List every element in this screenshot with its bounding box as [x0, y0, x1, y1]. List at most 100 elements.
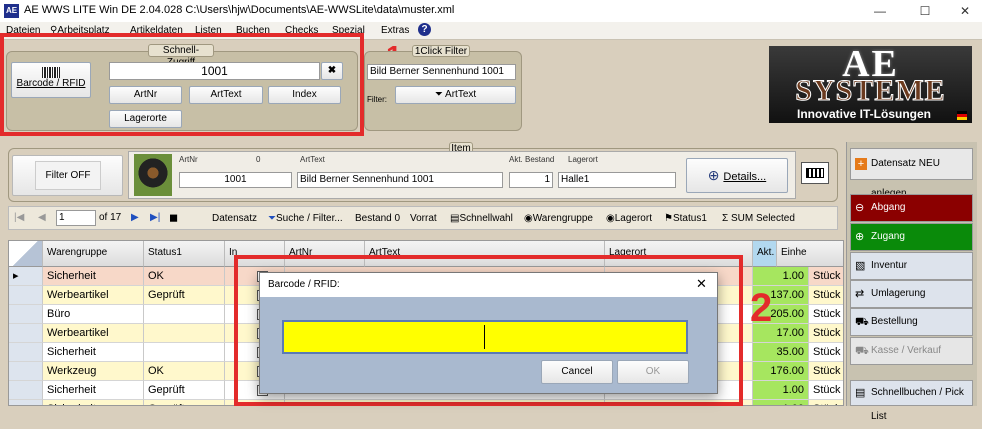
cell-status1[interactable]: Geprüft — [144, 400, 225, 405]
dialog-cancel-button[interactable]: Cancel — [541, 360, 613, 384]
arttext-field[interactable]: Bild Berner Sennenhund 1001 — [297, 172, 503, 188]
toolbar-suche-filter[interactable]: ⏷Suche / Filter... — [268, 213, 343, 224]
row-selector[interactable] — [9, 343, 43, 362]
col-warengruppe[interactable]: Warengruppe — [43, 241, 144, 267]
select-all-corner[interactable] — [9, 241, 43, 267]
filter-off-label: Filter OFF — [35, 161, 101, 190]
toolbar-vorrat[interactable]: Vorrat — [410, 213, 437, 224]
abgang-button[interactable]: ⊖ Abgang — [850, 194, 973, 222]
lagerort-field[interactable]: Halle1 — [558, 172, 676, 188]
filter-off-button[interactable]: Filter OFF — [12, 155, 123, 196]
col-status1[interactable]: Status1 — [144, 241, 225, 267]
cell-akt-bestand[interactable]: 1.00 — [753, 381, 809, 400]
umlagerung-label: Umlagerung — [871, 288, 926, 299]
filter-arttext-button[interactable]: ⏷ ArtText — [395, 86, 516, 104]
zugang-button[interactable]: ⊕ Zugang — [850, 223, 973, 251]
cell-einheit[interactable]: Stück — [809, 343, 843, 362]
cell-warengruppe[interactable]: Sicherheit — [43, 267, 144, 286]
cell-status1[interactable] — [144, 324, 225, 343]
schnellbuchen-button[interactable]: ▤ Schnellbuchen / Pick List — [850, 380, 973, 422]
cell-einheit[interactable]: Stück — [809, 400, 843, 405]
toolbar-status1[interactable]: ⚑Status1 — [664, 213, 707, 224]
col-einheit[interactable]: Einhe — [777, 241, 843, 267]
inventur-button[interactable]: ▧ Inventur — [850, 252, 973, 280]
prev-page-icon[interactable]: ◀ — [38, 212, 46, 223]
cell-warengruppe[interactable]: Büro — [43, 305, 144, 324]
cell-akt-bestand[interactable]: 1.00 — [753, 267, 809, 286]
cell-warengruppe[interactable]: Werbeartikel — [43, 324, 144, 343]
kasse-verkauf-button[interactable]: ⛟ Kasse / Verkauf — [850, 337, 973, 365]
cell-einheit[interactable]: Stück — [809, 267, 843, 286]
cell-warengruppe[interactable]: Werkzeug — [43, 362, 144, 381]
cell-status1[interactable]: OK — [144, 362, 225, 381]
cell-einheit[interactable]: Stück — [809, 324, 843, 343]
filter-arttext-label: ArtText — [445, 89, 477, 100]
toolbar-datensatz[interactable]: Datensatz — [212, 213, 257, 224]
row-selector[interactable] — [9, 381, 43, 400]
keyboard-icon[interactable] — [801, 162, 829, 184]
minimize-button[interactable]: — — [865, 2, 895, 20]
details-button[interactable]: ⊕ Details... — [686, 158, 788, 193]
artnr-field[interactable]: 1001 — [179, 172, 292, 188]
briefcase-icon[interactable]: ◼ — [169, 211, 178, 224]
cell-akt-bestand[interactable]: 176.00 — [753, 362, 809, 381]
toolbar-status1-label: Status1 — [672, 213, 707, 224]
cell-akt-bestand[interactable]: 1.00 — [753, 400, 809, 405]
first-page-icon[interactable]: |◀ — [14, 212, 24, 223]
bestand-field[interactable]: 1 — [509, 172, 553, 188]
toolbar-schnellwahl-label: Schnellwahl — [459, 213, 513, 224]
cell-status1[interactable]: Geprüft — [144, 381, 225, 400]
cell-einheit[interactable]: Stück — [809, 305, 843, 324]
barcode-input[interactable] — [282, 320, 688, 354]
cell-warengruppe[interactable]: Sicherheit — [43, 343, 144, 362]
cell-status1[interactable]: OK — [144, 267, 225, 286]
help-icon[interactable]: ? — [418, 23, 431, 36]
page-input[interactable]: 1 — [56, 210, 96, 226]
pick-list-icon: ▤ — [855, 387, 866, 399]
col-akt-bestand[interactable]: Akt. Bestand — [753, 241, 794, 282]
row-selector[interactable] — [9, 400, 43, 405]
row-selector[interactable] — [9, 362, 43, 381]
plus-circle-icon: ⊕ — [855, 231, 865, 243]
row-selector[interactable] — [9, 286, 43, 305]
toolbar-sum-selected-label: SUM Selected — [730, 213, 795, 224]
cell-akt-bestand[interactable]: 35.00 — [753, 343, 809, 362]
cart-icon: ⛟ — [855, 316, 869, 328]
toolbar-warengruppe[interactable]: ◉Warengruppe — [524, 213, 593, 224]
bestellung-button[interactable]: ⛟ Bestellung — [850, 308, 973, 336]
toolbar-location-icon: ◉ — [606, 213, 615, 224]
cell-einheit[interactable]: Stück — [809, 381, 843, 400]
cell-einheit[interactable]: Stück — [809, 286, 843, 305]
cell-status1[interactable]: Geprüft — [144, 286, 225, 305]
menu-extras[interactable]: Extras — [381, 25, 409, 36]
dialog-ok-button[interactable]: OK — [617, 360, 689, 384]
close-window-button[interactable]: ✕ — [950, 2, 980, 20]
schnellbuchen-label: Schnellbuchen / Pick List — [871, 387, 964, 422]
oneclick-filter-field[interactable]: Bild Berner Sennenhund 1001 — [367, 64, 516, 80]
toolbar-sum-selected[interactable]: Σ SUM Selected — [722, 213, 795, 224]
inventur-label: Inventur — [871, 260, 908, 271]
label-artnr: ArtNr — [179, 155, 198, 164]
last-page-icon[interactable]: ▶| — [150, 212, 160, 223]
toolbar-bestand[interactable]: Bestand 0 — [355, 213, 400, 224]
cell-warengruppe[interactable]: Sicherheit — [43, 400, 144, 405]
maximize-button[interactable]: ☐ — [910, 2, 940, 20]
cell-status1[interactable] — [144, 343, 225, 362]
next-page-icon[interactable]: ▶ — [131, 212, 139, 223]
german-flag-icon — [957, 111, 967, 120]
cell-warengruppe[interactable]: Werbeartikel — [43, 286, 144, 305]
cell-status1[interactable] — [144, 305, 225, 324]
toolbar-lagerort[interactable]: ◉Lagerort — [606, 213, 652, 224]
transfer-icon: ⇄ — [855, 288, 865, 300]
cell-einheit[interactable]: Stück — [809, 362, 843, 381]
dialog-close-button[interactable]: ✕ — [696, 276, 707, 292]
title-bar: AE AE WWS LITE Win DE 2.04.028 C:\Users\… — [0, 0, 982, 22]
row-selector[interactable] — [9, 305, 43, 324]
datensatz-neu-button[interactable]: +Datensatz NEU anlegen — [850, 148, 973, 199]
toolbar-suche-filter-label: Suche / Filter... — [276, 213, 343, 224]
row-selector[interactable] — [9, 324, 43, 343]
cell-warengruppe[interactable]: Sicherheit — [43, 381, 144, 400]
row-pointer-icon[interactable]: ▸ — [9, 267, 43, 286]
toolbar-schnellwahl[interactable]: ▤Schnellwahl — [450, 213, 513, 224]
umlagerung-button[interactable]: ⇄ Umlagerung — [850, 280, 973, 308]
